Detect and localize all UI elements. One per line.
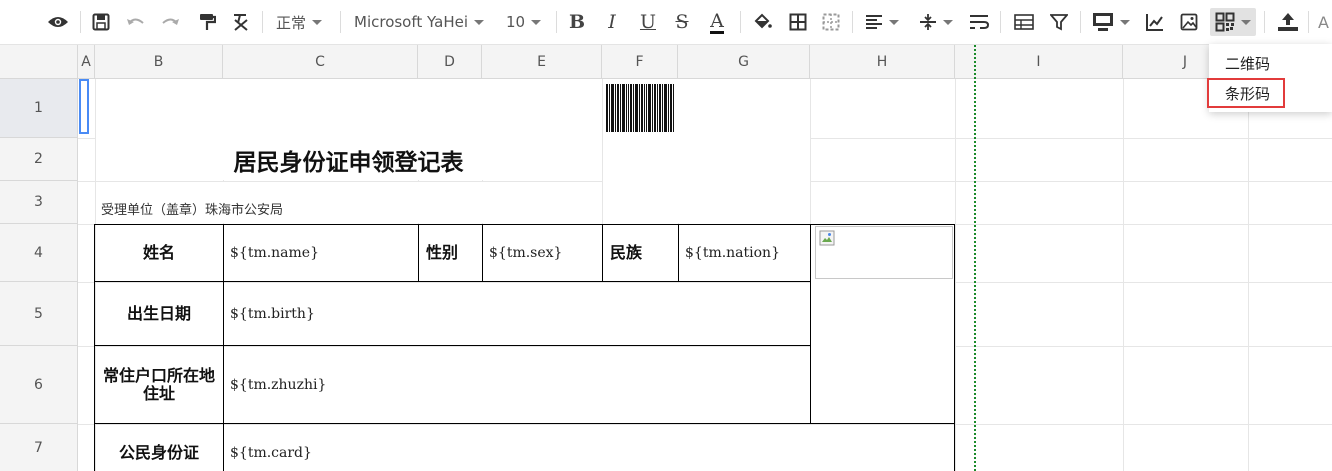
menu-item-barcode[interactable]: 条形码 xyxy=(1207,78,1285,108)
column-header-a[interactable]: A xyxy=(78,45,95,78)
bold-button[interactable]: B xyxy=(565,8,589,36)
table-icon[interactable] xyxy=(1010,8,1038,36)
toolbar-divider xyxy=(1264,11,1265,33)
value-nation[interactable]: ${tm.nation} xyxy=(679,225,810,281)
font-family-value: Microsoft YaHei xyxy=(354,13,468,31)
row-header-2[interactable]: 2 xyxy=(0,138,78,181)
row-header-3[interactable]: 3 xyxy=(0,181,78,224)
row-header-1[interactable]: 1 xyxy=(0,79,78,138)
chevron-down-icon xyxy=(943,19,953,25)
column-header-c[interactable]: C xyxy=(223,45,418,78)
align-icon[interactable] xyxy=(862,8,902,36)
label-birth: 出生日期 xyxy=(126,303,191,323)
merge-cells-icon[interactable] xyxy=(818,8,844,36)
underline-button[interactable]: U xyxy=(636,8,660,36)
font-family-select[interactable]: Microsoft YaHei xyxy=(354,8,484,36)
page-break-line xyxy=(974,45,976,471)
label-card: 公民身份证 xyxy=(118,442,199,462)
chevron-down-icon xyxy=(889,19,899,25)
font-style-value: 正常 xyxy=(276,13,307,32)
photo-image-placeholder[interactable] xyxy=(815,226,953,279)
qrcode-dropdown-menu: 二维码 条形码 xyxy=(1207,44,1332,112)
row-header-7[interactable]: 7 xyxy=(0,424,78,471)
toolbar-divider xyxy=(556,11,557,33)
column-header-e[interactable]: E xyxy=(482,45,602,78)
row-header-5[interactable]: 5 xyxy=(0,282,78,346)
form-subtitle: 受理单位（盖章）珠海市公安局 xyxy=(101,203,284,218)
column-header-f[interactable]: F xyxy=(602,45,678,78)
qrcode-barcode-button[interactable] xyxy=(1210,8,1256,36)
column-header-h[interactable]: H xyxy=(810,45,955,78)
value-card[interactable]: ${tm.card} xyxy=(224,424,810,471)
wrap-text-icon[interactable] xyxy=(966,8,992,36)
toolbar-divider xyxy=(852,11,853,33)
label-nation: 民族 xyxy=(610,243,643,262)
clear-format-icon[interactable] xyxy=(228,8,254,36)
font-color-label: A xyxy=(710,9,724,34)
vertical-align-icon[interactable] xyxy=(916,8,956,36)
save-icon[interactable] xyxy=(88,8,114,36)
value-address[interactable]: ${tm.zhuzhi} xyxy=(224,346,810,423)
value-sex[interactable]: ${tm.sex} xyxy=(483,225,602,281)
label-name: 姓名 xyxy=(142,243,175,262)
italic-button[interactable]: I xyxy=(600,8,624,36)
borders-icon[interactable] xyxy=(785,8,811,36)
strikethrough-button[interactable]: S xyxy=(670,8,694,36)
form-title: 居民身份证申领登记表 xyxy=(233,150,464,176)
font-style-select[interactable]: 正常 xyxy=(276,8,323,36)
toolbar-divider xyxy=(1080,11,1081,33)
active-cell-selection[interactable] xyxy=(79,79,89,134)
format-painter-icon[interactable] xyxy=(194,8,220,36)
table-border xyxy=(954,224,955,471)
toolbar-divider xyxy=(1000,11,1001,33)
toolbar-divider xyxy=(80,11,81,33)
column-header-bar: A B C D E F G H I J xyxy=(0,45,1332,79)
value-birth[interactable]: ${tm.birth} xyxy=(224,282,810,345)
filter-icon[interactable] xyxy=(1046,8,1072,36)
row-header-6[interactable]: 6 xyxy=(0,346,78,424)
fill-color-icon[interactable] xyxy=(749,8,775,36)
broken-image-icon xyxy=(819,230,835,246)
image-icon[interactable] xyxy=(1176,8,1202,36)
undo-icon[interactable] xyxy=(122,8,148,36)
redo-icon[interactable] xyxy=(158,8,184,36)
font-size-select[interactable]: 10 xyxy=(506,8,542,36)
chevron-down-icon xyxy=(312,19,323,25)
chevron-down-icon xyxy=(531,19,542,25)
value-name[interactable]: ${tm.name} xyxy=(224,225,418,281)
upload-icon[interactable] xyxy=(1274,8,1302,36)
table-border xyxy=(810,224,811,424)
toolbar-divider xyxy=(262,11,263,33)
eye-icon[interactable] xyxy=(44,8,72,36)
column-header-g[interactable]: G xyxy=(678,45,810,78)
font-size-value: 10 xyxy=(506,13,526,31)
barcode-image[interactable] xyxy=(606,84,674,132)
chevron-down-icon xyxy=(1241,19,1251,25)
font-color-button[interactable]: A xyxy=(705,8,729,36)
toolbar: 正常 Microsoft YaHei 10 B I U S A A xyxy=(0,0,1332,45)
select-all-corner[interactable] xyxy=(0,45,78,78)
chevron-down-icon xyxy=(1120,19,1130,25)
chart-icon[interactable] xyxy=(1142,8,1168,36)
toolbar-divider xyxy=(340,11,341,33)
column-header-b[interactable]: B xyxy=(95,45,223,78)
row-header-4[interactable]: 4 xyxy=(0,224,78,282)
column-header-d[interactable]: D xyxy=(418,45,482,78)
toolbar-divider xyxy=(1308,11,1309,33)
label-sex: 性别 xyxy=(426,243,459,262)
chevron-down-icon xyxy=(474,19,484,25)
toolbar-divider xyxy=(740,11,741,33)
print-area-icon[interactable] xyxy=(1090,8,1132,36)
more-toolbar-button[interactable]: A xyxy=(1318,8,1332,36)
label-address: 常住户口所在地住址 xyxy=(102,365,215,403)
column-header-i[interactable]: I xyxy=(955,45,1123,78)
menu-item-qrcode[interactable]: 二维码 xyxy=(1209,48,1332,78)
